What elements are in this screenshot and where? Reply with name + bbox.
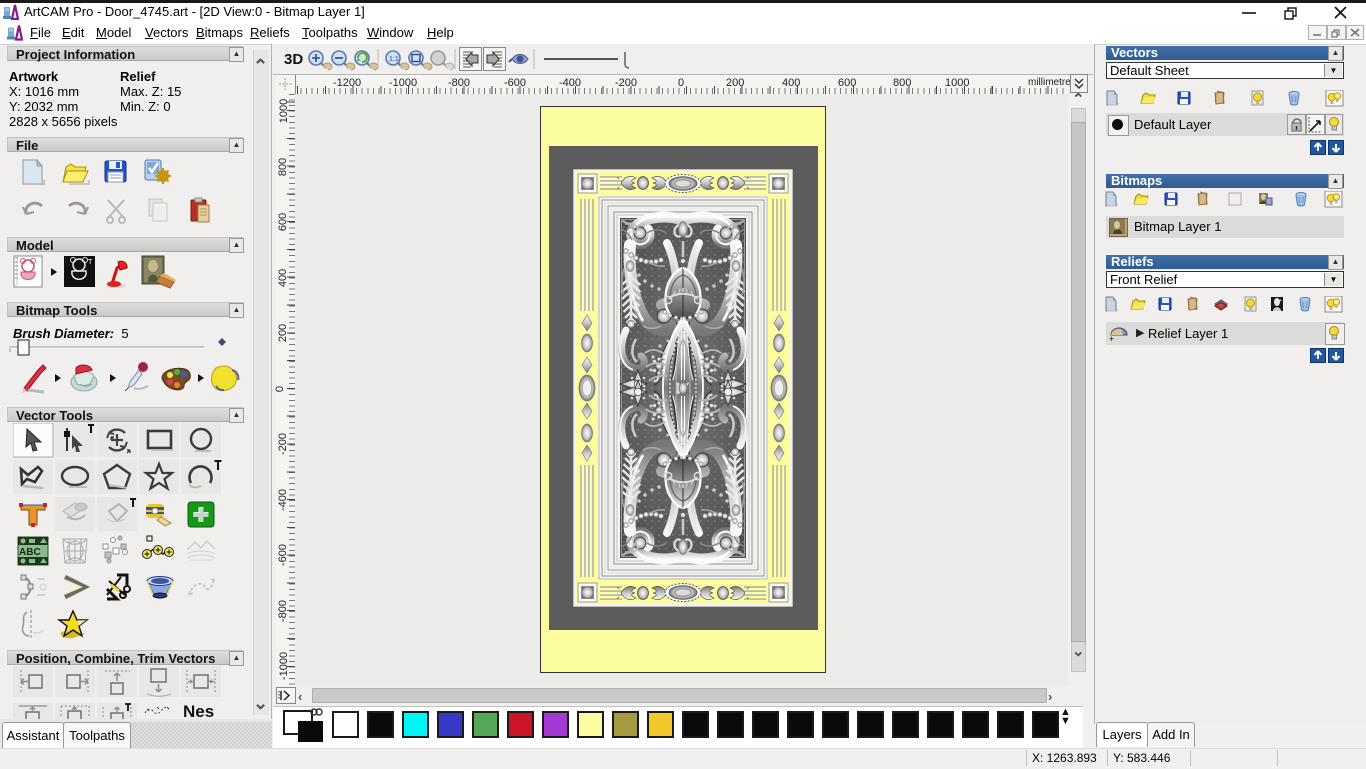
- svg-text:+: +: [1109, 334, 1114, 343]
- svg-text:1:1: 1:1: [389, 56, 399, 63]
- svg-text:3D: 3D: [284, 51, 303, 68]
- svg-text:ABC: ABC: [19, 547, 41, 558]
- svg-text:T: T: [88, 259, 93, 266]
